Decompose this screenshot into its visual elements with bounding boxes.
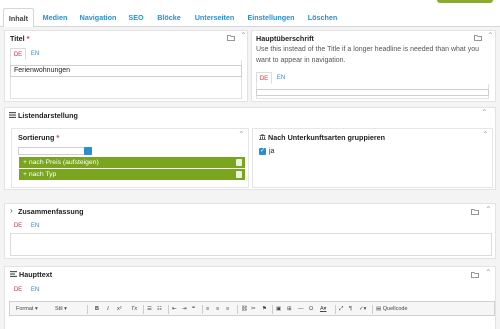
toolbar-separator	[143, 305, 144, 314]
lang-de[interactable]: DE	[10, 48, 26, 60]
zusammenfassung-panel: › Zusammenfassung ⌃ DE EN	[4, 203, 496, 259]
toolbar-separator	[237, 305, 238, 314]
lang-en[interactable]: EN	[27, 284, 43, 296]
align-center-icon[interactable]: ≡	[216, 305, 219, 314]
tab-navigation[interactable]: Navigation	[77, 8, 119, 27]
table-icon[interactable]: ⊞	[287, 305, 292, 314]
align-left-icon[interactable]: ≡	[206, 305, 209, 314]
tab-loeschen[interactable]: Löschen	[305, 8, 340, 27]
show-blocks-icon[interactable]: ¶	[349, 305, 352, 314]
italic-button[interactable]: I	[107, 305, 109, 314]
bold-button[interactable]: B	[95, 305, 99, 314]
indent-icon[interactable]: ⇥	[182, 305, 187, 314]
select-arrow-icon[interactable]	[84, 147, 92, 155]
gruppieren-panel: Nach Unterkunftsarten gruppieren ⌃ ✓ ja	[252, 128, 493, 188]
sort-item[interactable]: + nach Preis (aufsteigen)	[19, 157, 245, 168]
lang-de[interactable]: DE	[10, 284, 26, 296]
lang-en[interactable]: EN	[27, 220, 43, 232]
haupttext-label: Haupttext	[19, 270, 53, 279]
hauptueberschrift-label: Hauptüberschrift	[256, 34, 314, 43]
sort-item[interactable]: + nach Typ	[19, 169, 245, 180]
numbered-list-icon[interactable]: ☰	[147, 305, 152, 314]
toolbar-separator	[87, 305, 88, 314]
align-right-icon[interactable]: ≡	[226, 305, 229, 314]
style-dropdown[interactable]: Stil ▾	[55, 305, 67, 314]
anchor-icon[interactable]: ⚑	[262, 305, 267, 314]
omega-button[interactable]: Ω	[309, 305, 313, 314]
link-icon[interactable]: ⛓	[241, 305, 248, 314]
folder-icon[interactable]	[471, 208, 479, 215]
chevron-up-icon[interactable]: ⌃	[481, 109, 488, 117]
editor-toolbar: Format ▾ Stil ▾ B I x² Tx ☰ ☷ ⇤ ⇥ ❝ ≡ ≡ …	[9, 301, 495, 316]
chevron-up-icon[interactable]: ⌃	[485, 269, 492, 277]
remove-format-button[interactable]: Tx	[131, 305, 137, 314]
source-button[interactable]: ▤ Quellcode	[376, 305, 408, 314]
hauptueberschrift-input[interactable]	[256, 89, 489, 96]
sortierung-label: Sortierung *	[18, 133, 60, 142]
gruppieren-label: Nach Unterkunftsarten gruppieren	[268, 133, 386, 142]
zusammenfassung-label: Zusammenfassung	[18, 207, 84, 216]
maximize-icon[interactable]: ⤢	[339, 305, 343, 314]
titel-input[interactable]: Ferienwohnungen	[10, 65, 242, 77]
toolbar-separator	[372, 305, 373, 314]
superscript-button[interactable]: x²	[117, 305, 122, 314]
hauptueberschrift-lang-switch: DE EN	[256, 72, 296, 84]
chevron-up-icon[interactable]: ⌃	[487, 32, 494, 40]
gruppieren-checkbox[interactable]: ✓	[259, 148, 266, 155]
toolbar-separator	[168, 305, 169, 314]
toolbar-separator	[272, 305, 273, 314]
tab-einstellungen[interactable]: Einstellungen	[245, 8, 297, 27]
blockquote-icon[interactable]: ❝	[192, 305, 195, 314]
hauptueberschrift-description: Use this instead of the Title if a longe…	[256, 46, 479, 64]
chevron-up-icon[interactable]: ⌃	[485, 206, 492, 214]
listendarstellung-label: Listendarstellung	[18, 111, 78, 120]
folder-icon[interactable]	[227, 34, 235, 41]
list-icon	[9, 112, 16, 118]
titel-panel: Titel * ⌃ DE EN Ferienwohnungen	[4, 30, 248, 102]
listendarstellung-panel: Listendarstellung ⌃ Sortierung * ⌃ + nac…	[4, 107, 496, 190]
bullet-list-icon[interactable]: ☷	[157, 305, 162, 314]
trash-icon[interactable]	[236, 171, 242, 178]
format-dropdown[interactable]: Format ▾	[16, 305, 38, 314]
titel-lang-switch: DE EN	[10, 48, 50, 60]
tab-inhalt[interactable]: Inhalt	[3, 8, 34, 28]
lang-de[interactable]: DE	[10, 220, 26, 232]
text-icon	[10, 271, 17, 277]
gruppieren-checkbox-label: ja	[269, 148, 275, 155]
haupttext-lang-switch: DE EN	[10, 284, 50, 296]
tab-seo[interactable]: SEO	[125, 8, 147, 27]
tab-bloecke[interactable]: Blöcke	[154, 8, 184, 27]
lang-en[interactable]: EN	[273, 72, 289, 84]
zusammenfassung-lang-switch: DE EN	[10, 220, 50, 232]
chevron-up-icon[interactable]: ⌃	[482, 131, 489, 139]
tab-unterseiten[interactable]: Unterseiten	[192, 8, 237, 27]
horizontal-line-icon[interactable]: ―	[298, 305, 304, 314]
chevron-up-icon[interactable]: ⌃	[240, 32, 247, 40]
haupttext-panel: Haupttext ⌃ DE EN	[4, 266, 496, 329]
font-color-button[interactable]: A▾	[320, 305, 326, 314]
tab-medien[interactable]: Medien	[38, 8, 72, 27]
hauptueberschrift-panel: Hauptüberschrift ⌃ Use this instead of t…	[251, 30, 496, 102]
chevron-right-icon[interactable]: ›	[10, 207, 13, 215]
folder-icon[interactable]	[471, 271, 479, 278]
bank-icon	[259, 134, 266, 140]
lang-en[interactable]: EN	[27, 48, 43, 60]
spellcheck-icon[interactable]: ✓▾	[359, 305, 366, 314]
trash-icon[interactable]	[236, 159, 242, 166]
document-icon: ▤	[376, 306, 382, 312]
zusammenfassung-textarea[interactable]	[10, 233, 492, 256]
outdent-icon[interactable]: ⇤	[172, 305, 177, 314]
image-icon[interactable]: ▣	[276, 305, 281, 314]
lang-de[interactable]: DE	[256, 72, 272, 84]
toolbar-separator	[335, 305, 336, 314]
chevron-up-icon[interactable]: ⌃	[238, 131, 245, 139]
unlink-icon[interactable]: ✂	[251, 305, 256, 314]
titel-label: Titel *	[10, 34, 30, 43]
top-action-button-edge[interactable]	[437, 0, 493, 3]
toolbar-separator	[202, 305, 203, 314]
folder-icon[interactable]	[474, 34, 482, 41]
tab-bar: Inhalt Medien Navigation SEO Blöcke Unte…	[0, 8, 500, 28]
sortierung-select[interactable]	[18, 147, 92, 155]
